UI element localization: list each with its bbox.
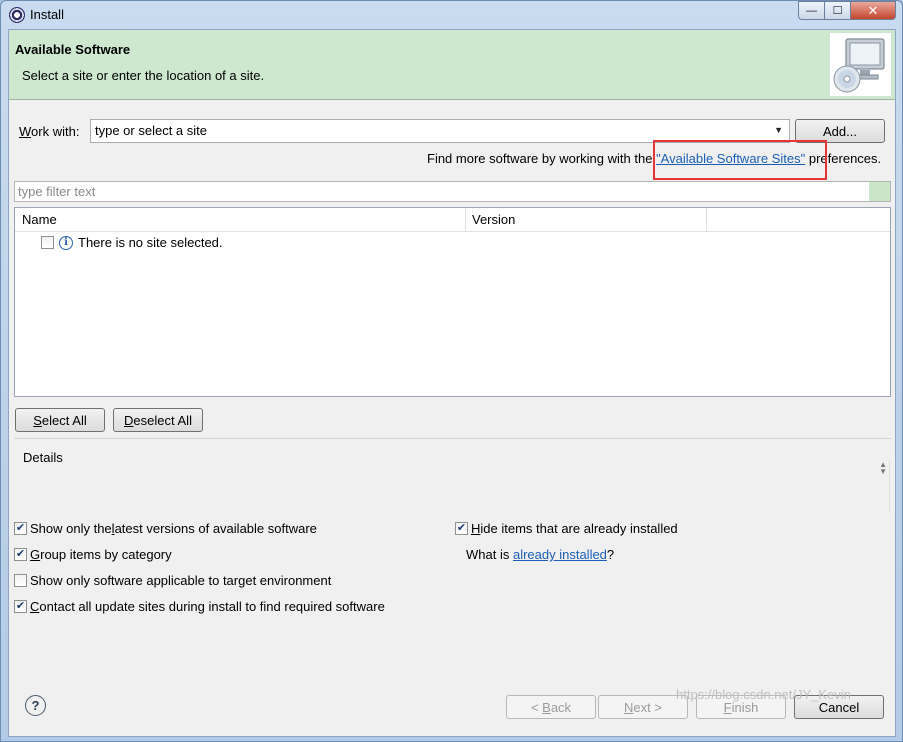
deselect-all-button[interactable]: Deselect All: [113, 408, 203, 432]
monitor-cd-icon: [833, 38, 885, 93]
clear-filter-icon[interactable]: [869, 182, 890, 201]
title-bar[interactable]: Install — ☐ ✕: [1, 1, 902, 29]
dialog-client-area: Available Software Select a site or ente…: [8, 29, 896, 737]
close-button[interactable]: ✕: [851, 1, 896, 20]
tree-header: Name Version: [15, 208, 890, 232]
hide-installed-checkbox[interactable]: ✔: [455, 522, 468, 535]
option-target-environment[interactable]: Show only software applicable to target …: [14, 573, 331, 588]
column-header-version[interactable]: Version: [472, 212, 515, 227]
details-text-area[interactable]: [23, 461, 890, 513]
tree-row-label: There is no site selected.: [78, 235, 223, 250]
select-all-button[interactable]: Select All: [15, 408, 105, 432]
watermark-text: https://blog.csdn.net/JY_Kevin: [676, 687, 851, 702]
eclipse-icon: [9, 7, 25, 23]
page-description: Select a site or enter the location of a…: [22, 68, 265, 83]
option-latest-versions[interactable]: ✔ Show only the l atest versions of avail…: [14, 521, 317, 536]
details-group: Details ▲ ▼: [14, 438, 891, 514]
banner-image: [829, 33, 891, 96]
option-contact-update-sites[interactable]: ✔ Contact all update sites during instal…: [14, 599, 385, 614]
details-scroll-arrows-icon[interactable]: ▲ ▼: [879, 461, 887, 476]
install-window: Install — ☐ ✕ Available Software Select …: [0, 0, 903, 742]
filter-input[interactable]: type filter text: [14, 181, 891, 202]
window-controls: — ☐ ✕: [798, 1, 896, 20]
work-with-value: type or select a site: [95, 123, 207, 138]
work-with-label: Work with:: [19, 124, 80, 139]
maximize-button[interactable]: ☐: [825, 1, 851, 20]
wizard-banner: Available Software Select a site or ente…: [9, 30, 895, 100]
dropdown-arrow-icon[interactable]: ▼: [774, 125, 783, 135]
already-installed-link[interactable]: already installed: [513, 547, 607, 562]
option-hide-installed[interactable]: ✔ Hide items that are already installed: [455, 521, 678, 536]
what-is-installed-text: What is already installed?: [466, 547, 615, 562]
page-title: Available Software: [15, 42, 131, 57]
back-button[interactable]: < Back: [506, 695, 596, 719]
minimize-button[interactable]: —: [798, 1, 825, 20]
info-icon: i: [59, 235, 73, 250]
window-title: Install: [30, 7, 64, 22]
tree-row[interactable]: i There is no site selected.: [41, 235, 223, 250]
contact-update-sites-checkbox[interactable]: ✔: [14, 600, 27, 613]
help-icon[interactable]: ?: [25, 695, 46, 716]
column-divider[interactable]: [706, 208, 707, 232]
column-divider[interactable]: [465, 208, 466, 232]
next-button[interactable]: Next >: [598, 695, 688, 719]
software-tree[interactable]: Name Version i There is no site selected…: [14, 207, 891, 397]
target-environment-checkbox[interactable]: [14, 574, 27, 587]
filter-placeholder: type filter text: [18, 184, 96, 199]
group-by-category-checkbox[interactable]: ✔: [14, 548, 27, 561]
latest-versions-checkbox[interactable]: ✔: [14, 522, 27, 535]
column-header-name[interactable]: Name: [22, 212, 57, 227]
row-checkbox[interactable]: [41, 236, 54, 249]
option-group-by-category[interactable]: ✔ Group items by category: [14, 547, 172, 562]
annotation-highlight-box: [653, 140, 827, 180]
